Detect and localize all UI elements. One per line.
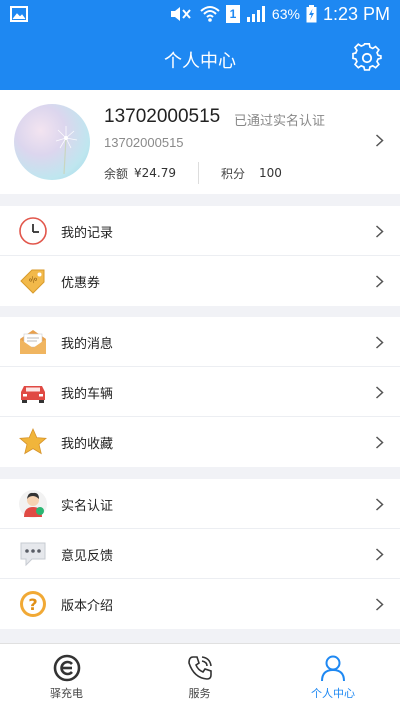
menu-item-version-info[interactable]: ? 版本介绍 bbox=[0, 579, 400, 629]
wifi-icon bbox=[200, 6, 220, 22]
phone-number-secondary: 13702000515 bbox=[104, 135, 184, 150]
menu-item-label: 我的消息 bbox=[61, 337, 114, 352]
envelope-icon bbox=[20, 330, 46, 354]
car-icon bbox=[21, 386, 45, 403]
tab-label: 驿充电 bbox=[50, 687, 83, 700]
status-bar: 1 63% 1:23 PM bbox=[0, 0, 400, 28]
mute-icon bbox=[170, 7, 191, 21]
menu-item-my-messages[interactable]: 我的消息 bbox=[0, 317, 400, 367]
page-title: 个人中心 bbox=[164, 51, 236, 72]
chevron-right-icon bbox=[375, 275, 384, 288]
dandelion-image bbox=[55, 126, 78, 175]
charge-logo-icon bbox=[53, 654, 80, 682]
menu-item-label: 我的收藏 bbox=[61, 437, 114, 452]
menu-item-my-vehicles[interactable]: 我的车辆 bbox=[0, 367, 400, 417]
coupon-tag-icon: % bbox=[20, 269, 45, 294]
battery-percent: 63% bbox=[271, 6, 300, 22]
chevron-right-icon bbox=[375, 598, 384, 611]
person-icon bbox=[321, 655, 345, 682]
chevron-right-icon bbox=[375, 386, 384, 399]
menu-item-feedback[interactable]: 意见反馈 bbox=[0, 529, 400, 579]
menu-item-my-records[interactable]: 我的记录 bbox=[0, 206, 400, 256]
chevron-right-icon bbox=[375, 134, 384, 147]
points-value: 100 bbox=[259, 166, 282, 180]
question-icon: ? bbox=[20, 591, 46, 617]
tab-personal-center[interactable]: 个人中心 bbox=[266, 644, 400, 711]
signal-icon bbox=[246, 6, 265, 22]
menu-item-label: 实名认证 bbox=[61, 499, 114, 514]
menu-item-label: 版本介绍 bbox=[61, 599, 114, 614]
battery-charging-icon bbox=[306, 5, 317, 23]
user-avatar-icon bbox=[19, 490, 47, 518]
chevron-right-icon bbox=[375, 225, 384, 238]
sim-icon: 1 bbox=[225, 5, 240, 23]
sim-label: 1 bbox=[229, 7, 237, 21]
clock-time: 1:23 PM bbox=[322, 3, 390, 24]
status-icons: 1 63% 1:23 PM bbox=[168, 3, 390, 25]
chevron-right-icon bbox=[375, 336, 384, 349]
balance-value: ¥24.79 bbox=[134, 166, 177, 180]
bottom-navigation: 驿充电 服务 个人中心 bbox=[0, 643, 400, 711]
phone-number: 13702000515 bbox=[104, 106, 221, 127]
stats-divider bbox=[198, 162, 200, 184]
tab-service[interactable]: 服务 bbox=[133, 644, 266, 711]
star-icon bbox=[19, 428, 47, 455]
chevron-right-icon bbox=[375, 548, 384, 561]
gear-icon[interactable] bbox=[352, 43, 382, 73]
menu-group-personal: 我的消息 我的车辆 我的收藏 bbox=[0, 317, 400, 467]
verified-badge-text: 已通过实名认证 bbox=[234, 114, 326, 129]
menu-item-label: 我的记录 bbox=[61, 226, 114, 241]
profile-card[interactable]: 13702000515 已通过实名认证 13702000515 余额 ¥24.7… bbox=[0, 90, 400, 194]
chat-bubble-icon bbox=[20, 542, 46, 567]
account-stats: 余额 ¥24.79 积分 100 bbox=[104, 162, 282, 184]
tab-label: 个人中心 bbox=[311, 687, 355, 700]
points-label: 积分 bbox=[221, 166, 246, 181]
chevron-right-icon bbox=[375, 498, 384, 511]
gallery-notification-icon bbox=[10, 6, 28, 22]
svg-text:?: ? bbox=[28, 595, 37, 614]
tab-charge[interactable]: 驿充电 bbox=[0, 644, 133, 711]
tab-label: 服务 bbox=[188, 687, 211, 700]
menu-item-label: 意见反馈 bbox=[61, 549, 114, 564]
menu-item-coupons[interactable]: % 优惠券 bbox=[0, 256, 400, 306]
menu-item-real-name-verification[interactable]: 实名认证 bbox=[0, 479, 400, 529]
chevron-right-icon bbox=[375, 436, 384, 449]
avatar[interactable] bbox=[14, 104, 90, 180]
balance-label: 余额 bbox=[104, 166, 129, 181]
menu-item-label: 我的车辆 bbox=[61, 387, 114, 402]
phone-service-icon bbox=[187, 656, 212, 680]
clock-icon bbox=[19, 217, 47, 245]
menu-item-label: 优惠券 bbox=[61, 276, 101, 291]
menu-item-my-favorites[interactable]: 我的收藏 bbox=[0, 417, 400, 467]
menu-group-records: 我的记录 % 优惠券 bbox=[0, 206, 400, 306]
header-bar: 个人中心 bbox=[0, 28, 400, 90]
menu-group-about: 实名认证 意见反馈 ? 版本介绍 bbox=[0, 479, 400, 629]
